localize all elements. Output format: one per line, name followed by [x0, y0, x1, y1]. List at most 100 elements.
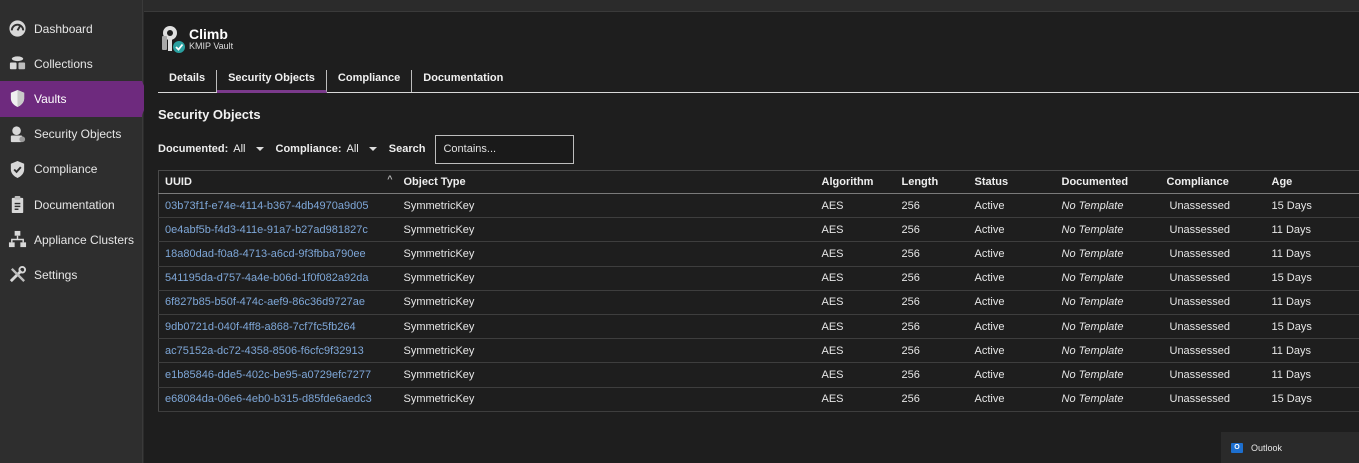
vault-title: Climb — [189, 26, 228, 42]
column-header-documented[interactable]: Documented — [1055, 170, 1161, 194]
algorithm-cell: AES — [815, 217, 896, 243]
table-header-row: UUID ^ Object Type Algorithm Length Stat… — [158, 170, 1359, 194]
uuid-cell[interactable]: e68084da-06e6-4eb0-b315-d85fde6aedc3 — [158, 387, 398, 412]
column-header-algorithm[interactable]: Algorithm — [815, 170, 896, 194]
table-row[interactable]: 03b73f1f-e74e-4114-b367-4db4970a9d05 Symm… — [158, 193, 1359, 219]
table-row[interactable]: 0e4abf5b-f4d3-411e-91a7-b27ad981827c Symm… — [158, 217, 1359, 243]
tab-details[interactable]: Details — [158, 70, 218, 92]
algorithm-cell: AES — [815, 338, 896, 364]
sidebar-item-appliance-clusters[interactable]: Appliance Clusters — [0, 222, 142, 257]
sidebar-item-vaults[interactable]: Vaults — [0, 81, 149, 117]
security-objects-icon — [7, 124, 27, 144]
sidebar-item-collections[interactable]: Collections — [0, 46, 142, 81]
documented-filter-value: All — [233, 143, 246, 155]
sidebar-item-security-objects[interactable]: Security Objects — [0, 117, 142, 152]
documented-cell: No Template — [1055, 266, 1161, 291]
status-cell: Active — [968, 193, 1056, 219]
column-header-length[interactable]: Length — [895, 170, 969, 194]
table-body: 03b73f1f-e74e-4114-b367-4db4970a9d05 Symm… — [158, 193, 1359, 412]
column-header-status[interactable]: Status — [968, 170, 1056, 194]
documentation-icon — [7, 195, 27, 215]
table-row[interactable]: e68084da-06e6-4eb0-b315-d85fde6aedc3 Symm… — [158, 387, 1359, 412]
sidebar-item-compliance[interactable]: Compliance — [0, 152, 142, 187]
sidebar-item-label: Vaults — [34, 91, 67, 106]
algorithm-cell: AES — [815, 290, 896, 315]
outlook-label: Outlook — [1251, 442, 1283, 453]
outlook-taskbar-item[interactable]: O Outlook — [1221, 432, 1359, 463]
table-row[interactable]: ac75152a-dc72-4358-8506-f6cfc9f32913 Symm… — [158, 338, 1359, 364]
sidebar-item-label: Security Objects — [34, 127, 122, 142]
uuid-cell[interactable]: 6f827b85-b50f-474c-aef9-86c36d9727ae — [158, 290, 398, 315]
sidebar: Dashboard Collections Vaults Security Ob… — [0, 0, 149, 463]
sidebar-item-label: Documentation — [34, 197, 115, 212]
age-cell: 15 Days — [1265, 266, 1359, 291]
documented-filter-dropdown[interactable]: All — [233, 143, 264, 155]
table-row[interactable]: e1b85846-dde5-402c-be95-a0729efc7277 Symm… — [158, 362, 1359, 388]
object-type-cell: SymmetricKey — [397, 290, 816, 315]
length-cell: 256 — [895, 314, 969, 340]
length-cell: 256 — [895, 241, 969, 267]
table-row[interactable]: 541195da-d757-4a4e-b06d-1f0f082a92da Symm… — [158, 266, 1359, 291]
status-cell: Active — [968, 338, 1056, 364]
status-cell: Active — [968, 314, 1056, 340]
sidebar-item-documentation[interactable]: Documentation — [0, 187, 142, 222]
object-type-cell: SymmetricKey — [397, 362, 816, 388]
age-cell: 15 Days — [1265, 314, 1359, 340]
age-cell: 11 Days — [1265, 241, 1359, 267]
sort-ascending-icon[interactable]: ^ — [387, 174, 392, 184]
status-cell: Active — [968, 290, 1056, 315]
compliance-shield-icon — [7, 159, 27, 179]
outlook-icon: O — [1231, 442, 1243, 453]
table-row[interactable]: 6f827b85-b50f-474c-aef9-86c36d9727ae Symm… — [158, 290, 1359, 315]
column-header-object-type[interactable]: Object Type — [397, 170, 816, 194]
object-type-cell: SymmetricKey — [397, 314, 816, 340]
uuid-cell[interactable]: ac75152a-dc72-4358-8506-f6cfc9f32913 — [158, 338, 398, 364]
length-cell: 256 — [895, 193, 969, 219]
uuid-cell[interactable]: 03b73f1f-e74e-4114-b367-4db4970a9d05 — [158, 193, 398, 219]
documented-cell: No Template — [1055, 217, 1161, 243]
compliance-cell: Unassessed — [1160, 314, 1266, 340]
chevron-down-icon — [368, 147, 377, 151]
status-cell: Active — [968, 241, 1056, 267]
sidebar-item-label: Collections — [34, 56, 93, 71]
compliance-cell: Unassessed — [1160, 241, 1266, 267]
sidebar-item-settings[interactable]: Settings — [0, 257, 142, 292]
sidebar-item-label: Dashboard — [34, 21, 93, 36]
settings-icon — [7, 265, 27, 285]
length-cell: 256 — [895, 362, 969, 388]
vault-shield-icon — [7, 89, 27, 109]
uuid-cell[interactable]: e1b85846-dde5-402c-be95-a0729efc7277 — [158, 362, 398, 388]
table-row[interactable]: 18a80dad-f0a8-4713-a6cd-9f3fbba790ee Symm… — [158, 241, 1359, 267]
uuid-cell[interactable]: 541195da-d757-4a4e-b06d-1f0f082a92da — [158, 266, 398, 291]
column-header-age[interactable]: Age — [1265, 170, 1359, 194]
compliance-cell: Unassessed — [1160, 266, 1266, 291]
column-header-uuid[interactable]: UUID ^ — [158, 170, 398, 194]
main-panel: Climb KMIP Vault Details Security Object… — [144, 11, 1359, 463]
compliance-cell: Unassessed — [1160, 193, 1266, 219]
algorithm-cell: AES — [815, 314, 896, 340]
filter-bar: Documented: All Compliance: All Search — [158, 134, 575, 164]
compliance-filter-dropdown[interactable]: All — [347, 143, 377, 155]
column-header-compliance[interactable]: Compliance — [1160, 170, 1266, 194]
chevron-down-icon — [255, 147, 264, 151]
search-label: Search — [388, 143, 426, 155]
length-cell: 256 — [895, 338, 969, 364]
search-input[interactable] — [435, 134, 575, 164]
sidebar-item-dashboard[interactable]: Dashboard — [0, 11, 142, 46]
table-row[interactable]: 9db0721d-040f-4ff8-a868-7cf7fc5fb264 Symm… — [158, 314, 1359, 340]
uuid-cell[interactable]: 9db0721d-040f-4ff8-a868-7cf7fc5fb264 — [158, 314, 398, 340]
uuid-cell[interactable]: 0e4abf5b-f4d3-411e-91a7-b27ad981827c — [158, 217, 398, 243]
documented-cell: No Template — [1055, 387, 1161, 412]
length-cell: 256 — [895, 290, 969, 315]
age-cell: 15 Days — [1265, 387, 1359, 412]
compliance-cell: Unassessed — [1160, 387, 1266, 412]
uuid-cell[interactable]: 18a80dad-f0a8-4713-a6cd-9f3fbba790ee — [158, 241, 398, 267]
documented-cell: No Template — [1055, 241, 1161, 267]
tab-security-objects[interactable]: Security Objects — [217, 70, 327, 93]
documented-cell: No Template — [1055, 193, 1161, 219]
tab-documentation[interactable]: Documentation — [412, 70, 514, 92]
documented-cell: No Template — [1055, 314, 1161, 340]
tab-compliance[interactable]: Compliance — [327, 70, 413, 92]
vault-header: Climb KMIP Vault — [158, 24, 233, 54]
vault-subtitle: KMIP Vault — [189, 41, 234, 51]
